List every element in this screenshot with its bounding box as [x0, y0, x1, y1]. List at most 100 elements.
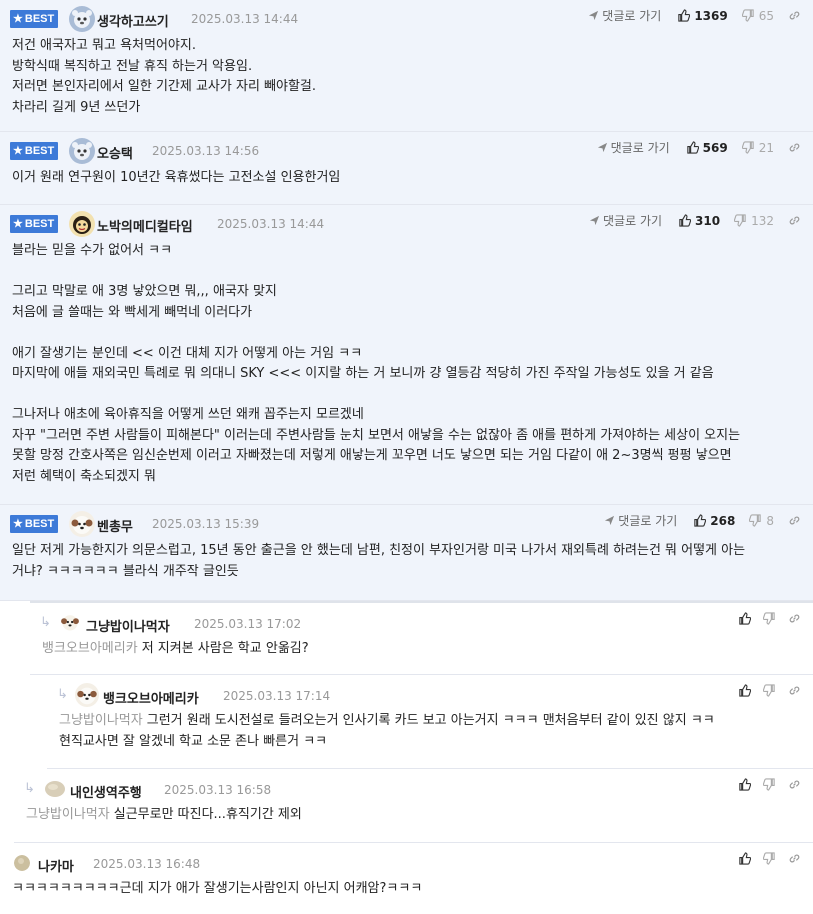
send-arrow-icon [597, 142, 607, 153]
thumbs-up-icon[interactable] [738, 852, 751, 865]
comment-actions: 댓글로 가기 268 8 [604, 512, 801, 529]
comment-item: ★ BEST 생각하고쓰기 2025.03.13 14:44 댓글로 가기 136… [0, 0, 813, 132]
nickname[interactable]: 벤총무 [97, 516, 133, 535]
nickname[interactable]: 나카마 [38, 856, 74, 875]
comment-date: 2025.03.13 17:14 [223, 689, 331, 703]
dislike-count: 21 [758, 140, 774, 155]
comment-body: 이거 원래 연구원이 10년간 육휴썼다는 고전소설 인용한거임 [12, 170, 341, 185]
thumbs-down-icon[interactable] [763, 778, 776, 791]
reply-item: ↳ 내인생역주행 2025.03.13 16:58 그냥밥이나먹자 실근무로만 따… [14, 769, 813, 843]
goto-reply-link[interactable]: 댓글로 가기 [604, 512, 677, 529]
dislike-button[interactable]: 132 [734, 214, 774, 228]
link-icon[interactable] [788, 214, 801, 227]
avatar[interactable] [69, 511, 95, 537]
comment-actions: 댓글로 가기 569 21 [597, 139, 801, 156]
comment-body: 일단 저게 가능한지가 의문스럽고, 15년 동안 출근을 안 했는데 남편, … [12, 543, 746, 579]
comment-actions [738, 684, 801, 697]
like-count: 310 [695, 213, 721, 228]
dislike-button[interactable]: 65 [741, 8, 774, 23]
like-button[interactable]: 569 [686, 141, 728, 155]
comment-body: ㅋㅋㅋㅋㅋㅋㅋㅋㅋ근데 지가 애가 잘생기는사람인지 아닌지 어캐암?ㅋㅋㅋ [12, 881, 423, 896]
reply-item: ↳ 그냥밥이나먹자 2025.03.13 17:02 뱅크오브아메리카 저 지켜본… [30, 601, 813, 675]
avatar[interactable] [69, 6, 95, 32]
comment-actions: 댓글로 가기 310 132 [589, 212, 801, 229]
thumbs-up-icon [679, 214, 692, 227]
link-icon[interactable] [788, 612, 801, 625]
comment-body: 저건 애국자고 뭐고 욕처먹어야지. 방학식때 복직하고 전날 휴직 하는거 악… [12, 38, 317, 115]
thumbs-down-icon[interactable] [763, 684, 776, 697]
mention[interactable]: 뱅크오브아메리카 [42, 641, 138, 656]
nickname[interactable]: 생각하고쓰기 [97, 11, 169, 30]
comment-item: ★ BEST 노박의메디컬타임 2025.03.13 14:44 댓글로 가기 3… [0, 205, 813, 505]
nickname[interactable]: 오승택 [97, 143, 133, 162]
thumbs-down-icon [741, 141, 754, 154]
thumbs-up-icon[interactable] [738, 612, 751, 625]
thumbs-down-icon [741, 9, 754, 22]
reply-item: ↳ 뱅크오브아메리카 2025.03.13 17:14 그냥밥이나먹자 그런거 원… [47, 675, 813, 769]
goto-reply-link[interactable]: 댓글로 가기 [589, 212, 662, 229]
avatar[interactable] [59, 611, 81, 633]
link-icon[interactable] [788, 778, 801, 791]
thumbs-up-icon [678, 9, 691, 22]
comment-body: 뱅크오브아메리카 저 지켜본 사람은 학교 안옮김? [42, 641, 309, 656]
goto-reply-link[interactable]: 댓글로 가기 [597, 139, 670, 156]
reply-arrow-icon: ↳ [57, 687, 68, 702]
comment-actions [738, 852, 801, 865]
reply-arrow-icon: ↳ [24, 781, 35, 796]
nickname[interactable]: 내인생역주행 [70, 782, 142, 801]
comment-item: ★ BEST 오승택 2025.03.13 14:56 댓글로 가기 569 21… [0, 132, 813, 205]
thumbs-down-icon[interactable] [763, 852, 776, 865]
link-icon[interactable] [788, 9, 801, 22]
avatar[interactable] [69, 211, 95, 237]
avatar[interactable] [14, 855, 30, 871]
thumbs-down-icon[interactable] [763, 612, 776, 625]
nickname[interactable]: 뱅크오브아메리카 [103, 688, 199, 707]
mention[interactable]: 그냥밥이나먹자 [26, 807, 110, 822]
comment-body: 블라는 믿을 수가 없어서 ㅋㅋ 그리고 막말로 애 3명 낳았으면 뭐,,, … [12, 243, 741, 484]
comment-item: ★ BEST 벤총무 2025.03.13 15:39 댓글로 가기 268 8 … [0, 505, 813, 601]
like-button[interactable]: 268 [693, 514, 735, 528]
comment-actions [738, 778, 801, 791]
comment-actions [738, 612, 801, 625]
thumbs-up-icon[interactable] [738, 778, 751, 791]
dislike-count: 65 [758, 8, 774, 23]
like-button[interactable]: 310 [678, 214, 720, 228]
comment-body: 그냥밥이나먹자 실근무로만 따진다...휴직기간 제외 [26, 807, 302, 822]
thumbs-up-icon [686, 141, 699, 154]
thumbs-down-icon [749, 514, 762, 527]
comment-actions: 댓글로 가기 1369 65 [588, 7, 801, 24]
comment-date: 2025.03.13 14:44 [191, 12, 299, 26]
dislike-count: 8 [766, 513, 774, 528]
nickname[interactable]: 노박의메디컬타임 [97, 216, 193, 235]
best-badge: ★ BEST [10, 10, 59, 28]
link-icon[interactable] [788, 141, 801, 154]
star-icon: ★ [13, 518, 23, 530]
send-arrow-icon [605, 515, 615, 526]
send-arrow-icon [589, 215, 600, 226]
avatar[interactable] [44, 780, 66, 798]
star-icon: ★ [13, 218, 23, 230]
star-icon: ★ [13, 145, 23, 157]
comment-date: 2025.03.13 16:58 [164, 783, 272, 797]
comment-body: 그냥밥이나먹자 그런거 원래 도시전설로 들려오는거 인사기록 카드 보고 아는거… [59, 713, 715, 749]
like-count: 569 [702, 140, 728, 155]
goto-reply-link[interactable]: 댓글로 가기 [588, 7, 661, 24]
dislike-button[interactable]: 8 [749, 514, 774, 528]
nickname[interactable]: 그냥밥이나먹자 [86, 616, 170, 635]
send-arrow-icon [589, 10, 599, 21]
link-icon[interactable] [788, 514, 801, 527]
best-badge: ★ BEST [10, 515, 59, 533]
best-badge: ★ BEST [10, 142, 59, 160]
avatar[interactable] [69, 138, 95, 164]
thumbs-down-icon [734, 214, 746, 227]
link-icon[interactable] [788, 684, 801, 697]
comment-date: 2025.03.13 15:39 [152, 517, 260, 531]
dislike-button[interactable]: 21 [741, 140, 774, 155]
thumbs-up-icon[interactable] [738, 684, 751, 697]
link-icon[interactable] [788, 852, 801, 865]
like-button[interactable]: 1369 [677, 9, 728, 23]
mention[interactable]: 그냥밥이나먹자 [59, 713, 143, 728]
avatar[interactable] [75, 683, 99, 707]
comment-date: 2025.03.13 17:02 [194, 617, 302, 631]
thumbs-up-icon [694, 514, 707, 527]
